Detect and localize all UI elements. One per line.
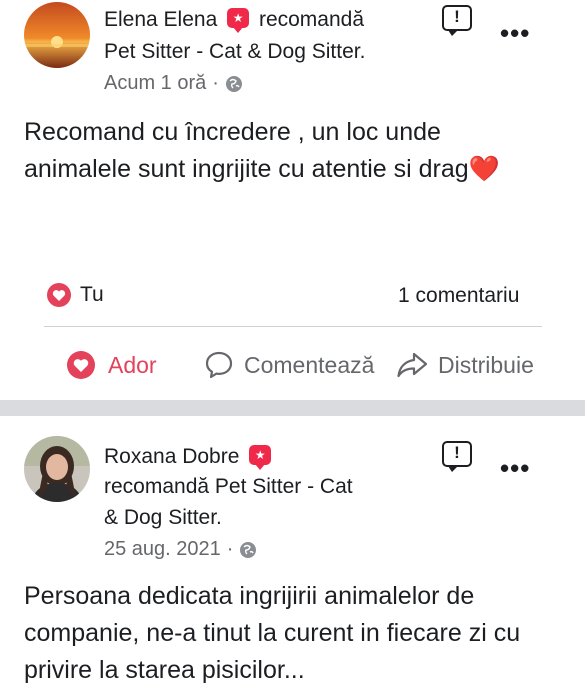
author-avatar[interactable] [24,2,90,68]
comment-label: Comentează [244,351,375,378]
post-meta: Acum 1 oră · [104,72,243,95]
share-icon [397,352,428,378]
meta-dot: · [226,538,234,560]
heart-icon [67,351,95,379]
post-header-line1: Elena Elena ★ recomandă [104,8,365,33]
react-label: Ador [108,351,157,378]
react-button[interactable]: Ador [66,350,157,380]
share-button[interactable]: Distribuie [396,350,534,380]
post-text: Persoana dedicata ingrijirii animalelor … [24,582,521,684]
heart-reaction-icon [47,283,71,307]
reaction-names: Tu [80,283,104,306]
recommend-line1[interactable]: recomandă Pet Sitter - Cat [104,475,353,499]
meta-dot: · [212,72,219,94]
comments-count[interactable]: 1 comentariu [398,284,519,308]
comment-button[interactable]: Comentează [204,350,374,380]
globe-icon [240,541,257,558]
share-label: Distribuie [438,351,534,378]
author-name[interactable]: Elena Elena [104,8,217,31]
globe-icon [225,75,242,92]
report-flag-icon[interactable]: ! [442,5,472,36]
recommend-verb: recomandă [258,8,365,31]
post-text: Recomand cu încredere , un loc unde anim… [24,118,500,183]
post-time[interactable]: 25 aug. 2021 [104,538,221,561]
reaction-summary[interactable]: Tu [46,282,104,308]
avatar-image [24,436,90,502]
recommend-line2[interactable]: & Dog Sitter. [104,506,222,530]
post-time[interactable]: Acum 1 oră [104,72,206,95]
feed-separator [0,400,585,416]
author-avatar[interactable] [24,436,90,502]
recommended-page[interactable]: Pet Sitter - Cat & Dog Sitter. [104,40,365,64]
comment-icon [205,351,233,379]
avatar-image [24,2,90,68]
post-meta: 25 aug. 2021 · [104,538,257,561]
action-divider [44,326,542,327]
recommend-badge-icon: ★ [249,445,272,470]
author-name[interactable]: Roxana Dobre [104,445,239,468]
more-options-icon[interactable]: ••• [500,455,530,481]
post-header-line1: Roxana Dobre ★ [104,445,275,470]
recommend-badge-icon: ★ [227,8,250,33]
report-flag-icon[interactable]: ! [442,441,472,472]
more-options-icon[interactable]: ••• [500,20,530,46]
